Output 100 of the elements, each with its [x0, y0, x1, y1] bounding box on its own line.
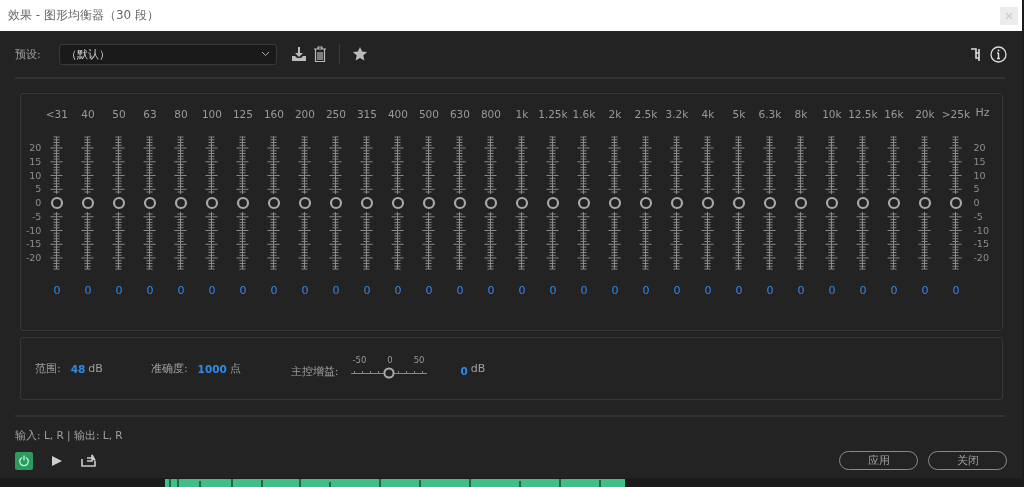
- band-label: 1.6k: [572, 108, 596, 122]
- band-value: 0: [53, 284, 61, 297]
- gain-slider-thumb[interactable]: [382, 366, 395, 379]
- scale-label: 0: [973, 197, 980, 208]
- band-value: 0: [425, 284, 433, 297]
- slider-thumb[interactable]: [483, 196, 498, 210]
- scale-label: -10: [973, 224, 989, 236]
- slider-thumb[interactable]: [917, 196, 932, 210]
- accuracy-value[interactable]: 1000: [197, 362, 227, 375]
- band-label: 6.3k: [758, 108, 782, 122]
- preset-dropdown[interactable]: （默认）: [58, 43, 277, 65]
- slider-thumb[interactable]: [266, 196, 281, 210]
- band-label: 315: [356, 108, 377, 122]
- download-icon[interactable]: [290, 46, 307, 62]
- slider-thumb[interactable]: [390, 196, 405, 210]
- slider-thumb[interactable]: [49, 196, 64, 210]
- slider-thumb[interactable]: [142, 196, 157, 210]
- master-gain-unit: dB: [470, 362, 486, 375]
- slider-thumb[interactable]: [328, 196, 343, 210]
- range-value[interactable]: 48: [70, 362, 86, 375]
- slider-thumb[interactable]: [111, 196, 126, 210]
- band-value: 0: [394, 284, 402, 297]
- band-label: 630: [449, 108, 470, 122]
- band-label: 100: [201, 108, 222, 122]
- scale-label: 0: [35, 197, 42, 208]
- scale-label: 20: [29, 142, 42, 153]
- band-label: 5k: [732, 108, 746, 122]
- info-icon[interactable]: [990, 45, 1007, 63]
- master-gain-value[interactable]: 0: [460, 364, 468, 377]
- close-icon: [1005, 11, 1013, 20]
- band-label: 2.5k: [634, 108, 658, 122]
- io-text: 输入: L, R | 输出: L, R: [15, 429, 124, 443]
- slider-thumb[interactable]: [824, 196, 839, 210]
- scale-label: -5: [973, 210, 983, 222]
- band-label: 4k: [701, 108, 715, 122]
- band-value: 0: [239, 284, 247, 297]
- band-value: 0: [580, 284, 588, 297]
- slider-thumb[interactable]: [886, 196, 901, 210]
- slider-thumb[interactable]: [669, 196, 684, 210]
- band-value: 0: [952, 284, 960, 297]
- slider-thumb[interactable]: [80, 196, 95, 210]
- export-icon[interactable]: [81, 454, 96, 467]
- slider-thumb[interactable]: [948, 196, 963, 210]
- scale-label: -20: [973, 252, 989, 263]
- scale-label: 15: [973, 155, 986, 167]
- slider-thumb[interactable]: [607, 196, 622, 210]
- unit-label: Hz: [975, 106, 990, 119]
- band-value: 0: [177, 284, 185, 297]
- band-label: 50: [112, 108, 126, 122]
- band-label: 63: [143, 108, 157, 122]
- slider-thumb[interactable]: [514, 196, 529, 210]
- slider-thumb[interactable]: [452, 196, 467, 210]
- slider-thumb[interactable]: [421, 196, 436, 210]
- slider-thumb[interactable]: [576, 196, 591, 210]
- power-button[interactable]: [15, 451, 33, 470]
- band-label: 16k: [884, 108, 904, 122]
- scale-label: 10: [29, 169, 42, 181]
- band-value: 0: [487, 284, 495, 297]
- slider-thumb[interactable]: [173, 196, 188, 210]
- scale-label: -15: [25, 238, 42, 250]
- band-value: 0: [642, 284, 650, 297]
- slider-thumb[interactable]: [297, 196, 312, 210]
- gain-tick-label: -50: [352, 354, 367, 365]
- slider-thumb[interactable]: [545, 196, 560, 210]
- preset-label: 预设:: [15, 46, 41, 62]
- slider-thumb[interactable]: [235, 196, 250, 210]
- slider-thumb[interactable]: [204, 196, 219, 210]
- band-value: 0: [735, 284, 743, 297]
- band-value: 0: [518, 284, 526, 297]
- play-icon[interactable]: [51, 454, 63, 467]
- scale-label: 5: [35, 183, 42, 195]
- slider-thumb[interactable]: [700, 196, 715, 210]
- band-label: 10k: [822, 108, 842, 122]
- slider-thumb[interactable]: [762, 196, 777, 210]
- gain-tick-label: 50: [413, 354, 425, 365]
- band-value: 0: [921, 284, 929, 297]
- band-value: 0: [673, 284, 681, 297]
- band-value: 0: [549, 284, 557, 297]
- band-label: 12.5k: [848, 108, 878, 122]
- slider-thumb[interactable]: [793, 196, 808, 210]
- slider-thumb[interactable]: [638, 196, 653, 210]
- band-label: 1.25k: [538, 108, 568, 122]
- star-icon[interactable]: [351, 46, 368, 62]
- accuracy-unit: 点: [229, 361, 241, 376]
- delete-icon[interactable]: [312, 45, 327, 63]
- band-label: 400: [387, 108, 408, 122]
- band-value: 0: [890, 284, 898, 297]
- band-value: 0: [456, 284, 464, 297]
- slider-thumb[interactable]: [731, 196, 746, 210]
- band-label: 3.2k: [665, 108, 689, 122]
- band-value: 0: [828, 284, 836, 297]
- band-value: 0: [84, 284, 92, 297]
- scale-label: -5: [31, 210, 42, 222]
- slider-thumb[interactable]: [855, 196, 870, 210]
- band-value: 0: [270, 284, 278, 297]
- band-label: 125: [232, 108, 253, 122]
- band-label: 200: [294, 108, 315, 122]
- band-value: 0: [146, 284, 154, 297]
- window-title: 效果 - 图形均衡器（30 段）: [8, 7, 161, 24]
- slider-thumb[interactable]: [359, 196, 374, 210]
